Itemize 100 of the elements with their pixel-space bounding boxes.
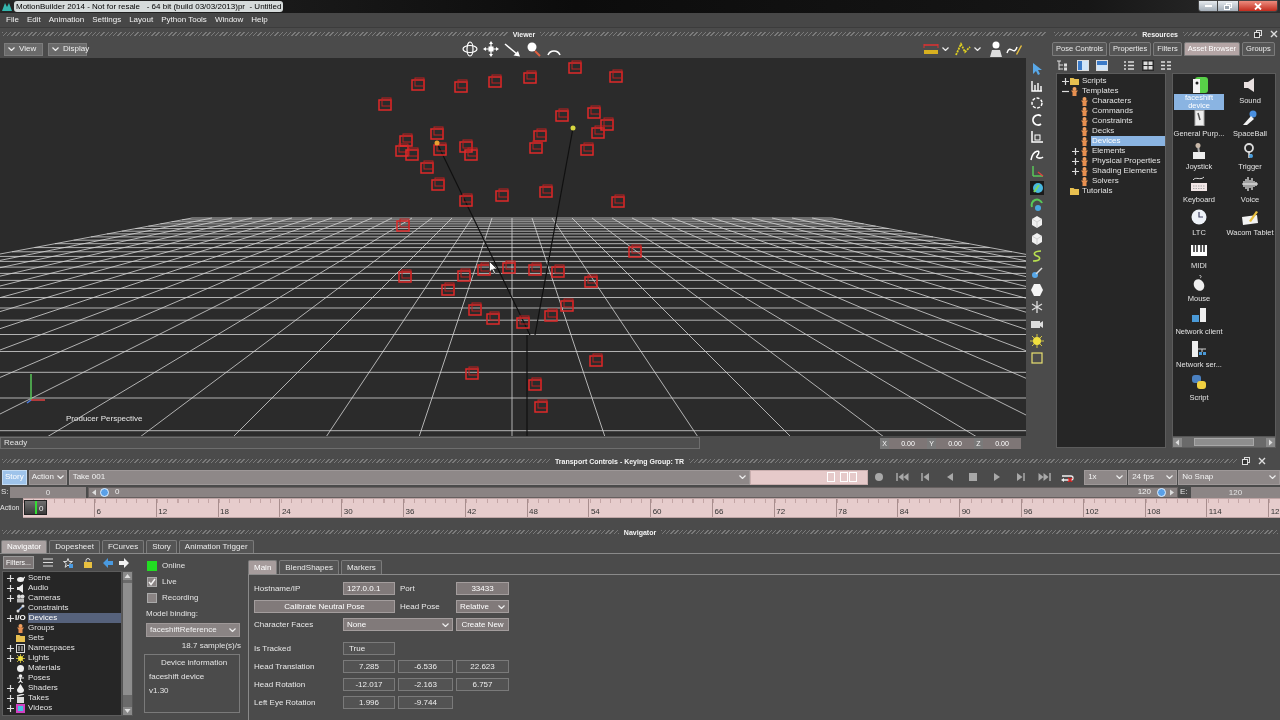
vertical-scrollbar[interactable] — [122, 571, 133, 716]
rotate-icon[interactable] — [1030, 113, 1044, 127]
scroll-up-icon[interactable] — [123, 572, 132, 580]
vector-field[interactable]: 7.285 — [343, 660, 395, 673]
scrollbar-thumb[interactable] — [123, 583, 132, 695]
vector-field[interactable]: -6.536 — [398, 660, 453, 673]
tree-item[interactable]: Solvers — [1091, 176, 1165, 186]
tree-item[interactable]: Characters — [1091, 96, 1165, 106]
minimize-button[interactable] — [1198, 0, 1218, 12]
split-horizontal-icon[interactable] — [1096, 59, 1108, 71]
close-button[interactable] — [1238, 0, 1278, 12]
tree-item[interactable]: Shaders — [27, 683, 121, 693]
ball-icon[interactable] — [1241, 110, 1259, 126]
plus-icon[interactable] — [7, 704, 14, 712]
cube-icon[interactable] — [1030, 215, 1044, 229]
restore-button[interactable] — [1218, 0, 1238, 12]
panel-tab[interactable]: Animation Trigger — [178, 540, 254, 553]
zigzag-icon[interactable] — [955, 41, 971, 57]
tree-item[interactable]: Devices — [27, 613, 121, 623]
vector-field[interactable]: 1.996 — [343, 696, 395, 709]
port-field[interactable]: 33433 — [456, 582, 509, 595]
hostname-field[interactable]: 127.0.0.1 — [343, 582, 395, 595]
server-icon[interactable] — [1190, 341, 1208, 357]
plus-icon[interactable] — [7, 614, 14, 622]
menu-item[interactable]: Settings — [92, 16, 122, 24]
orbit-icon[interactable] — [462, 41, 478, 57]
star-icon[interactable] — [63, 557, 73, 568]
scroll-down-icon[interactable] — [123, 707, 132, 715]
tree-item[interactable]: Audio — [27, 583, 121, 593]
tree-item[interactable]: Physical Properties — [1091, 156, 1165, 166]
menu-item[interactable]: Python Tools — [161, 16, 207, 24]
horizontal-scrollbar[interactable] — [1173, 436, 1275, 447]
panel-tab[interactable]: Markers — [340, 560, 382, 574]
plus-icon[interactable] — [7, 644, 14, 652]
keyboard-icon[interactable] — [1190, 176, 1208, 192]
scrollbar-thumb[interactable] — [1194, 438, 1254, 446]
float-window-icon[interactable] — [1254, 30, 1262, 38]
scroll-right-icon[interactable] — [1169, 488, 1175, 496]
list-icon[interactable] — [1123, 59, 1135, 71]
plus-icon[interactable] — [1062, 77, 1069, 85]
toolbar-dropdown-button[interactable]: Display — [48, 42, 87, 56]
s-curve-icon[interactable] — [1030, 249, 1044, 263]
plus-icon[interactable] — [7, 584, 14, 592]
panel-tab[interactable]: Story — [146, 540, 177, 553]
tree-item[interactable]: Groups — [27, 623, 121, 633]
plus-icon[interactable] — [1072, 147, 1079, 155]
pin-icon[interactable] — [1030, 266, 1044, 280]
tree-item[interactable]: Materials — [27, 663, 121, 673]
detail-list-icon[interactable] — [1160, 59, 1172, 71]
create-new-button[interactable]: Create New — [456, 618, 509, 631]
tree-item[interactable]: Tutorials — [1081, 186, 1165, 196]
zoom-icon[interactable] — [525, 41, 541, 57]
scroll-left-icon[interactable] — [1173, 437, 1182, 447]
ruler-icon[interactable] — [923, 43, 939, 55]
character-faces-dropdown[interactable]: None — [343, 618, 453, 631]
left-arrow-icon[interactable] — [103, 557, 113, 568]
menu-item[interactable]: Layout — [129, 16, 154, 24]
plus-icon[interactable] — [7, 684, 14, 692]
tree-view-icon[interactable] — [1056, 59, 1068, 71]
model-binding-dropdown[interactable]: faceshiftReference — [146, 623, 240, 637]
current-frame-marker[interactable]: 0 — [24, 500, 47, 515]
tree-item[interactable]: Decks — [1091, 126, 1165, 136]
scale-icon[interactable] — [1030, 130, 1044, 144]
scroll-left-icon[interactable] — [91, 488, 97, 496]
tree-item[interactable]: Poses — [27, 673, 121, 683]
close-icon[interactable] — [1270, 30, 1278, 38]
tree-item[interactable]: Scripts — [1081, 76, 1165, 86]
clock-icon[interactable] — [1190, 209, 1208, 225]
ring-icon[interactable] — [1030, 96, 1044, 110]
float-window-icon[interactable] — [1242, 457, 1250, 465]
scroll-right-icon[interactable] — [1266, 437, 1275, 447]
vector-field[interactable]: -9.744 — [398, 696, 453, 709]
tree-item[interactable]: Lights — [27, 653, 121, 663]
right-arrow-icon[interactable] — [119, 557, 129, 568]
tree-item[interactable]: Videos — [27, 703, 121, 713]
tree-item[interactable]: Constraints — [27, 603, 121, 613]
person-icon[interactable] — [987, 41, 1003, 57]
skip-to-end-icon[interactable] — [1036, 472, 1051, 482]
checkbox[interactable] — [147, 577, 157, 587]
tree-item[interactable]: Scene — [27, 573, 121, 583]
bars-icon[interactable] — [1030, 79, 1044, 93]
piano-keys-icon[interactable] — [1190, 242, 1208, 258]
grid-view-icon[interactable] — [1142, 59, 1154, 71]
slider-handle-icon[interactable] — [100, 487, 109, 497]
menu-item[interactable]: Help — [251, 16, 268, 24]
calibrate-button[interactable]: Calibrate Neutral Pose — [254, 600, 395, 613]
plus-icon[interactable] — [7, 694, 14, 702]
tree-item[interactable]: Takes — [27, 693, 121, 703]
menu-item[interactable]: File — [6, 16, 19, 24]
sun-icon[interactable] — [1030, 334, 1044, 348]
joystick-icon[interactable] — [1190, 143, 1208, 159]
is-tracked-field[interactable]: True — [343, 642, 395, 655]
checkbox[interactable] — [147, 593, 157, 603]
loop-curve-icon[interactable] — [1030, 147, 1044, 161]
pointer-icon[interactable] — [1030, 62, 1044, 76]
computer-icon[interactable] — [1190, 308, 1208, 324]
panel-tab[interactable]: Dopesheet — [49, 540, 100, 553]
tree-item[interactable]: Templates — [1081, 86, 1165, 96]
tablet-pen-icon[interactable] — [1241, 209, 1259, 225]
menu-item[interactable]: Window — [214, 16, 244, 24]
